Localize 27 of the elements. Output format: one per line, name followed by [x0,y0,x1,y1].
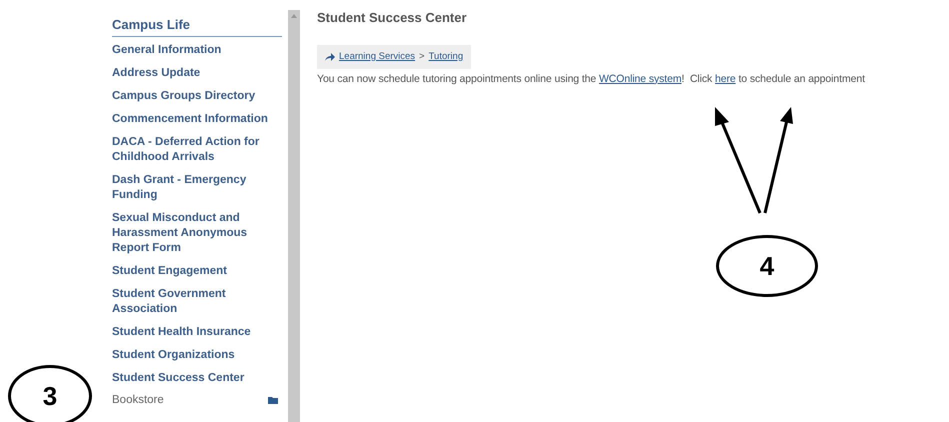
callout-circle: 3 [8,365,92,422]
page-title: Student Success Center [317,9,467,27]
info-message: You can now schedule tutoring appointments online using the WCOnline system! Click here to schedule an appointment [317,72,865,87]
breadcrumb-link[interactable]: Learning Services [339,50,416,64]
sidebar-link[interactable]: Address Update [112,62,282,84]
sidebar-link[interactable]: Student Government Association [112,282,282,320]
sidebar-link[interactable]: Sexual Misconduct and Harassment Anonymous Report Form [112,206,282,260]
sidebar-title: Campus Life [112,15,282,36]
folder-icon [268,396,278,404]
sidebar-link[interactable]: Student Organizations [112,344,282,366]
sidebar-link[interactable]: Bookstore [112,392,164,408]
breadcrumb-link[interactable]: Tutoring [428,50,464,64]
sidebar-link[interactable]: Campus Groups Directory [112,84,282,108]
sidebar-link[interactable]: Commencement Information [112,108,282,130]
text-link[interactable]: here [715,72,736,85]
scroll-up-icon[interactable] [291,14,297,18]
sidebar-link[interactable]: Dash Grant - Emergency Funding [112,168,282,206]
scrollbar[interactable] [288,10,300,422]
sidebar-link[interactable]: Student Engagement [112,260,282,282]
sidebar-link[interactable]: General Information [112,38,282,62]
arrow-icon [325,52,335,61]
sidebar-link[interactable]: Student Health Insurance [112,320,282,344]
sidebar-link[interactable]: DACA - Deferred Action for Childhood Arrivals [112,130,282,168]
text-link[interactable]: WCOnline system [598,72,682,85]
breadcrumb-separator: > [419,50,425,64]
callout-circle: 4 [716,235,818,297]
sidebar-link[interactable]: Student Success Center [112,366,282,390]
